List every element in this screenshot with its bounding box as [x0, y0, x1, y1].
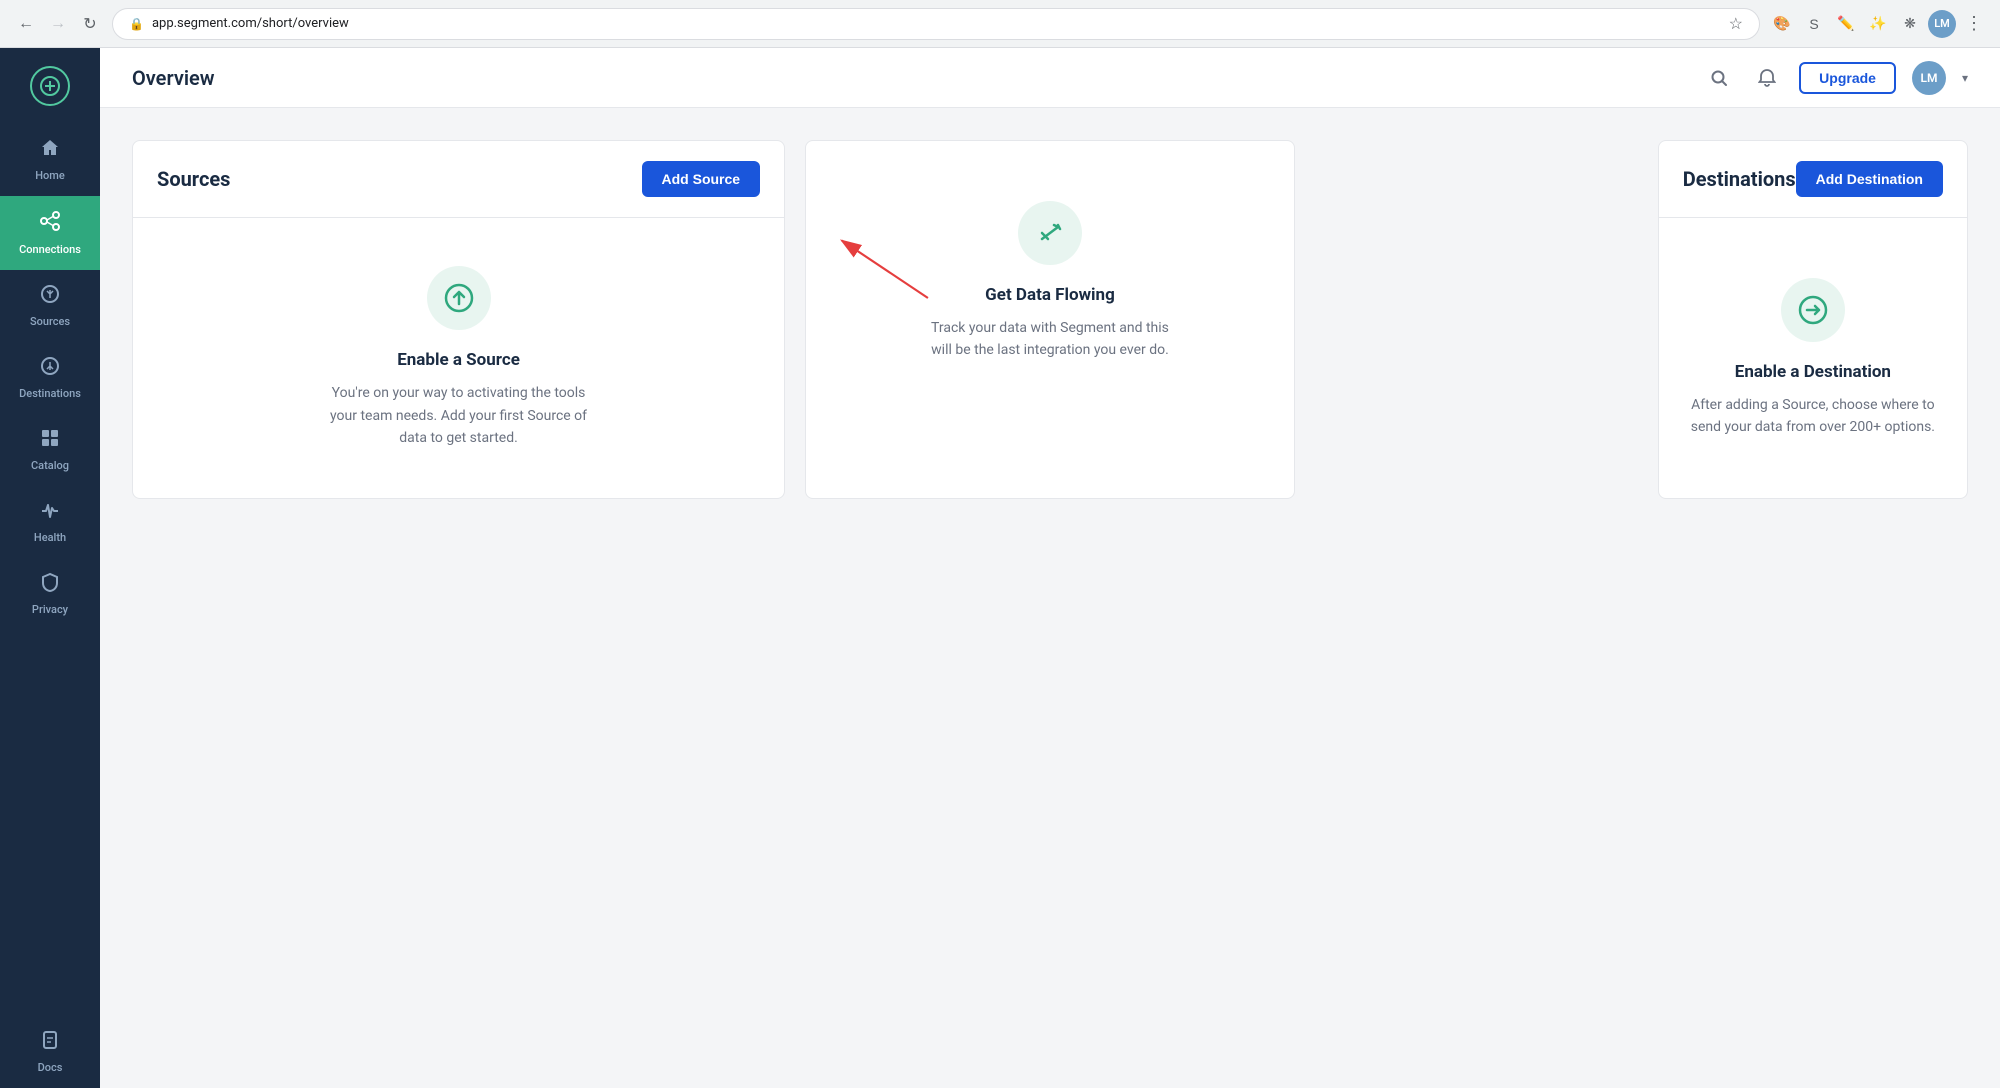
- ext-asterisk-icon[interactable]: ❋: [1896, 10, 1924, 38]
- data-flowing-icon-circle: [1018, 201, 1082, 265]
- connections-label: Connections: [19, 243, 81, 256]
- more-options-icon[interactable]: ⋮: [1960, 10, 1988, 38]
- browser-profile[interactable]: LM: [1928, 10, 1956, 38]
- top-header: Overview Upgrade LM ▾: [100, 48, 2000, 108]
- sidebar-item-home[interactable]: Home: [0, 124, 100, 196]
- privacy-icon: [40, 572, 60, 597]
- content-area: Sources Add Source Enable a Source You'r…: [100, 108, 2000, 1088]
- catalog-label: Catalog: [31, 459, 69, 472]
- sidebar-logo: [0, 48, 100, 124]
- sources-card-header: Sources Add Source: [133, 141, 784, 218]
- privacy-label: Privacy: [32, 603, 68, 616]
- destinations-icon-circle: [1781, 278, 1845, 342]
- docs-icon: [40, 1030, 60, 1055]
- reload-button[interactable]: ↻: [76, 10, 104, 38]
- sidebar-item-connections[interactable]: Connections: [0, 196, 100, 270]
- page-title: Overview: [132, 66, 215, 90]
- destinations-label: Destinations: [19, 387, 81, 400]
- url-text: app.segment.com/short/overview: [152, 16, 1721, 31]
- sources-icon-circle: [427, 266, 491, 330]
- notification-button[interactable]: [1751, 62, 1783, 94]
- home-label: Home: [35, 169, 65, 182]
- sources-label: Sources: [30, 315, 70, 328]
- ext-s-icon[interactable]: S: [1800, 10, 1828, 38]
- destinations-description: After adding a Source, choose where to s…: [1683, 394, 1943, 439]
- middle-card: Get Data Flowing Track your data with Se…: [805, 140, 1295, 499]
- destinations-card: Destinations Add Destination Enable a De…: [1658, 140, 1968, 499]
- sources-icon: [40, 284, 60, 309]
- health-icon: [40, 500, 60, 525]
- add-destination-button[interactable]: Add Destination: [1796, 161, 1943, 197]
- docs-label: Docs: [38, 1061, 63, 1074]
- destinations-heading: Enable a Destination: [1735, 362, 1891, 382]
- app-container: Home Connections Sources: [0, 48, 2000, 1088]
- health-label: Health: [34, 531, 66, 544]
- search-button[interactable]: [1703, 62, 1735, 94]
- sidebar-item-health[interactable]: Health: [0, 486, 100, 558]
- sources-card-body: Enable a Source You're on your way to ac…: [133, 218, 784, 498]
- sidebar-item-catalog[interactable]: Catalog: [0, 414, 100, 486]
- user-avatar[interactable]: LM: [1912, 61, 1946, 95]
- sidebar: Home Connections Sources: [0, 48, 100, 1088]
- catalog-icon: [40, 428, 60, 453]
- sources-card-title: Sources: [157, 167, 230, 191]
- middle-description: Track your data with Segment and this wi…: [920, 317, 1180, 362]
- middle-card-body: Get Data Flowing Track your data with Se…: [806, 141, 1294, 422]
- destinations-card-body: Enable a Destination After adding a Sour…: [1659, 218, 1967, 498]
- ext-color-icon[interactable]: 🎨: [1768, 10, 1796, 38]
- lock-icon: 🔒: [129, 17, 144, 31]
- back-button[interactable]: ←: [12, 10, 40, 38]
- sources-heading: Enable a Source: [397, 350, 520, 370]
- address-bar[interactable]: 🔒 app.segment.com/short/overview ☆: [112, 8, 1760, 40]
- browser-nav-buttons: ← → ↻: [12, 10, 104, 38]
- sidebar-item-sources[interactable]: Sources: [0, 270, 100, 342]
- add-source-button[interactable]: Add Source: [642, 161, 761, 197]
- main-content: Overview Upgrade LM ▾: [100, 48, 2000, 1088]
- star-icon[interactable]: ☆: [1729, 14, 1743, 33]
- overview-cards: Sources Add Source Enable a Source You'r…: [132, 140, 1968, 499]
- destinations-card-header: Destinations Add Destination: [1659, 141, 1967, 218]
- segment-logo: [30, 66, 70, 106]
- ext-pen-icon[interactable]: ✏️: [1832, 10, 1860, 38]
- header-actions: Upgrade LM ▾: [1703, 61, 1968, 95]
- destinations-card-title: Destinations: [1683, 167, 1796, 191]
- sidebar-item-privacy[interactable]: Privacy: [0, 558, 100, 630]
- middle-heading: Get Data Flowing: [985, 285, 1115, 305]
- connections-icon: [39, 210, 61, 237]
- home-icon: [40, 138, 60, 163]
- sidebar-item-destinations[interactable]: Destinations: [0, 342, 100, 414]
- sources-card: Sources Add Source Enable a Source You'r…: [132, 140, 785, 499]
- ext-star2-icon[interactable]: ✨: [1864, 10, 1892, 38]
- sidebar-item-docs[interactable]: Docs: [0, 1016, 100, 1088]
- browser-chrome: ← → ↻ 🔒 app.segment.com/short/overview ☆…: [0, 0, 2000, 48]
- user-dropdown-arrow[interactable]: ▾: [1962, 71, 1968, 85]
- upgrade-button[interactable]: Upgrade: [1799, 62, 1896, 94]
- browser-extension-icons: 🎨 S ✏️ ✨ ❋ LM ⋮: [1768, 10, 1988, 38]
- sources-description: You're on your way to activating the too…: [329, 382, 589, 449]
- destinations-icon: [40, 356, 60, 381]
- forward-button[interactable]: →: [44, 10, 72, 38]
